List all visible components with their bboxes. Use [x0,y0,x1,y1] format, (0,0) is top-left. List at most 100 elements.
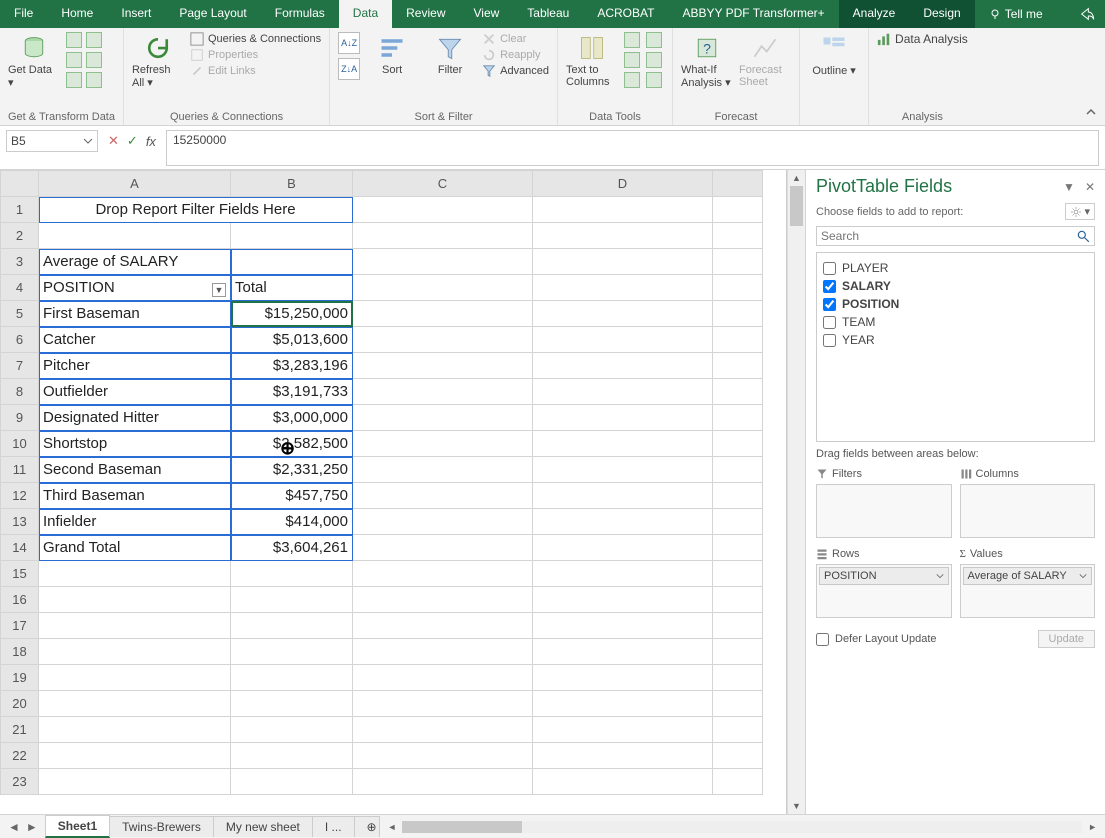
pt-row-value[interactable]: $2,331,250 [231,457,353,483]
formula-input[interactable]: 15250000 [166,130,1099,166]
col-header-blank[interactable] [713,171,763,197]
sheet-tab-4[interactable]: I ... [312,816,355,837]
hscroll-left[interactable]: ◄ [386,822,399,832]
scroll-up-button[interactable]: ▲ [788,170,805,186]
row-header[interactable]: 5 [1,301,39,327]
row-header[interactable]: 18 [1,639,39,665]
add-sheet-button[interactable]: ⊕ [354,816,380,837]
pane-close-button[interactable]: ✕ [1085,180,1095,194]
row-header[interactable]: 21 [1,717,39,743]
pt-row-label[interactable]: Catcher [39,327,231,353]
row-header[interactable]: 15 [1,561,39,587]
row-header[interactable]: 10 [1,431,39,457]
pt-row-label[interactable]: Outfielder [39,379,231,405]
field-checkbox[interactable] [823,280,836,293]
field-search-input[interactable] [821,229,1076,243]
refresh-all-button[interactable]: Refresh All ▾ [132,32,184,89]
worksheet-grid[interactable]: A B C D 1 Drop Report Filter Fields Here… [0,170,763,795]
pt-row-value[interactable]: $3,191,733 [231,379,353,405]
pt-grandtotal-label[interactable]: Grand Total [39,535,231,561]
values-area[interactable]: Average of SALARY [960,564,1096,618]
pt-row-value[interactable]: $414,000 [231,509,353,535]
row-header[interactable]: 6 [1,327,39,353]
tab-insert[interactable]: Insert [107,0,165,28]
tab-data[interactable]: Data [339,0,392,28]
data-analysis-button[interactable]: Data Analysis [877,32,968,46]
row-header[interactable]: 2 [1,223,39,249]
rows-area[interactable]: POSITION [816,564,952,618]
field-item-year[interactable]: YEAR [823,331,1088,349]
pt-grandtotal-value[interactable]: $3,604,261 [231,535,353,561]
edit-links-button[interactable]: Edit Links [190,64,321,78]
tab-tellme[interactable]: Tell me [975,0,1057,28]
tab-pagelayout[interactable]: Page Layout [165,0,260,28]
filters-area[interactable] [816,484,952,538]
col-header-C[interactable]: C [353,171,533,197]
filter-button[interactable]: Filter [424,32,476,76]
properties-button[interactable]: Properties [190,48,321,62]
tab-analyze[interactable]: Analyze [839,0,910,28]
pt-row-label[interactable]: Infielder [39,509,231,535]
col-header-B[interactable]: B [231,171,353,197]
row-header[interactable]: 17 [1,613,39,639]
tab-home[interactable]: Home [47,0,107,28]
field-list[interactable]: PLAYERSALARYPOSITIONTEAMYEAR [816,252,1095,442]
field-checkbox[interactable] [823,262,836,275]
pt-row-value[interactable]: $2,582,500 [231,431,353,457]
collapse-ribbon-button[interactable] [1077,102,1105,125]
scroll-thumb[interactable] [790,186,803,226]
filter-drop-zone[interactable]: Drop Report Filter Fields Here [39,197,353,223]
row-header[interactable]: 16 [1,587,39,613]
pt-row-value[interactable]: $15,250,000 [231,301,353,327]
horizontal-scrollbar[interactable]: ◄ ► [380,821,1105,833]
row-header[interactable]: 14 [1,535,39,561]
sheet-tab-3[interactable]: My new sheet [213,816,313,837]
row-header[interactable]: 13 [1,509,39,535]
hscroll-thumb[interactable] [402,821,522,833]
row-header[interactable]: 22 [1,743,39,769]
pt-row-label[interactable]: Third Baseman [39,483,231,509]
pt-row-value[interactable]: $5,013,600 [231,327,353,353]
pt-row-label[interactable]: Second Baseman [39,457,231,483]
row-header[interactable]: 12 [1,483,39,509]
cancel-formula-button[interactable]: ✕ [108,133,119,149]
row-header[interactable]: 1 [1,197,39,223]
data-tools-mini[interactable] [624,32,664,88]
row-header[interactable]: 11 [1,457,39,483]
field-search[interactable] [816,226,1095,246]
tab-formulas[interactable]: Formulas [261,0,339,28]
reapply-button[interactable]: Reapply [482,48,549,62]
update-button[interactable]: Update [1038,630,1095,648]
field-checkbox[interactable] [823,316,836,329]
queries-connections-button[interactable]: Queries & Connections [190,32,321,46]
pane-tools-button[interactable]: ▾ [1065,203,1095,220]
pt-row-label[interactable]: First Baseman [39,301,231,327]
tab-file[interactable]: File [0,0,47,28]
vertical-scrollbar[interactable]: ▲ ▼ [787,170,805,814]
pt-row-label[interactable]: Shortstop [39,431,231,457]
row-header[interactable]: 19 [1,665,39,691]
tab-tableau[interactable]: Tableau [513,0,583,28]
sheet-tab-1[interactable]: Sheet1 [45,815,110,838]
rows-area-tag[interactable]: POSITION [819,567,949,585]
pt-total-header[interactable]: Total [231,275,353,301]
tab-view[interactable]: View [460,0,514,28]
sort-button[interactable]: Sort [366,32,418,76]
select-all-corner[interactable] [1,171,39,197]
col-header-D[interactable]: D [533,171,713,197]
tab-acrobat[interactable]: ACROBAT [583,0,668,28]
row-header[interactable]: 7 [1,353,39,379]
clear-button[interactable]: Clear [482,32,549,46]
accept-formula-button[interactable]: ✓ [127,133,138,149]
advanced-button[interactable]: Advanced [482,64,549,78]
row-header[interactable]: 23 [1,769,39,795]
whatif-button[interactable]: ? What-If Analysis ▾ [681,32,733,89]
pt-row-label[interactable]: Designated Hitter [39,405,231,431]
row-header[interactable]: 9 [1,405,39,431]
sort-desc-button[interactable]: Z↓A [338,58,360,80]
text-to-columns-button[interactable]: Text to Columns [566,32,618,88]
pt-row-label[interactable]: Pitcher [39,353,231,379]
field-item-player[interactable]: PLAYER [823,259,1088,277]
sheet-nav-next[interactable]: ► [26,820,38,834]
rowfield-dropdown[interactable]: ▼ [212,283,226,297]
